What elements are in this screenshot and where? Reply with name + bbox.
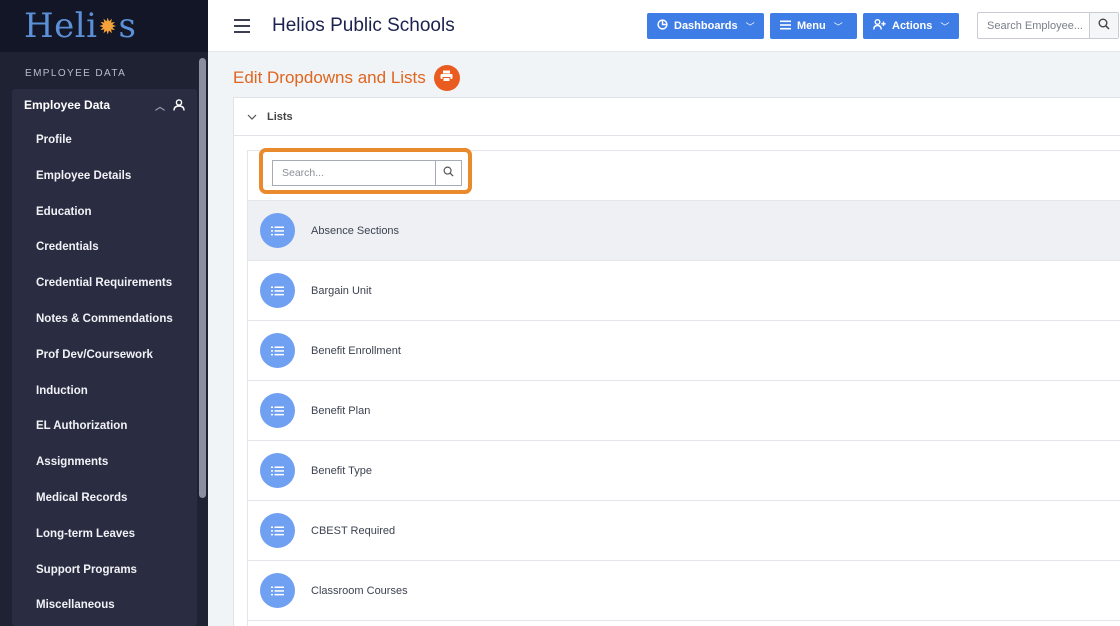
- printer-icon: [440, 69, 453, 87]
- list-icon: [780, 20, 791, 33]
- list-item-label: Benefit Plan: [311, 404, 371, 417]
- person-icon: [173, 99, 185, 111]
- school-name: Helios Public Schools: [272, 14, 455, 36]
- helios-logo[interactable]: Heli ✹ s: [24, 6, 136, 46]
- list-search-row: [248, 148, 1120, 201]
- page-title-row: Edit Dropdowns and Lists: [233, 65, 460, 91]
- print-button[interactable]: [433, 65, 460, 91]
- list-search-input[interactable]: [273, 161, 436, 185]
- list-item[interactable]: Absence Sections: [248, 201, 1120, 261]
- list-icon: [260, 333, 295, 368]
- sidebar-scrollbar[interactable]: [199, 58, 206, 498]
- menu-button[interactable]: Menu ﹀: [770, 13, 857, 39]
- sidebar-item-support-programs[interactable]: Support Programs: [12, 553, 197, 589]
- list-item-label: CBEST Required: [311, 524, 396, 537]
- sidebar-item-miscellaneous[interactable]: Miscellaneous: [12, 588, 197, 624]
- employee-search-button[interactable]: [1089, 13, 1118, 38]
- list-item[interactable]: Benefit Enrollment: [248, 321, 1120, 381]
- menu-label: Menu: [797, 20, 826, 32]
- pie-chart-icon: [657, 19, 668, 33]
- list-item-label: Bargain Unit: [311, 284, 372, 297]
- logo-area: Heli ✹ s: [0, 0, 208, 52]
- user-plus-icon: [873, 19, 886, 33]
- list-item[interactable]: Bargain Unit: [248, 261, 1120, 321]
- group-label: Employee Data: [24, 98, 111, 112]
- chevron-down-icon: ﹀: [833, 21, 843, 32]
- sidebar-item-credential-requirements[interactable]: Credential Requirements: [12, 266, 197, 302]
- lists-panel-title: Lists: [267, 110, 293, 123]
- list-search-button[interactable]: [435, 161, 461, 185]
- chevron-down-icon: ﹀: [940, 21, 950, 32]
- list-search: [272, 160, 462, 186]
- lists-panel: Lists Absence Sections: [233, 97, 1120, 626]
- sidebar-item-notes-commendations[interactable]: Notes & Commendations: [12, 302, 197, 338]
- actions-button[interactable]: Actions ﹀: [863, 13, 959, 39]
- list-icon: [260, 273, 295, 308]
- main-content: Edit Dropdowns and Lists Lists Search...…: [208, 52, 1120, 626]
- hamburger-menu-icon[interactable]: [234, 18, 250, 33]
- sidebar-item-credentials[interactable]: Credentials: [12, 230, 197, 266]
- list-icon: [260, 573, 295, 608]
- sidebar-nav-list: Profile Employee Details Education Crede…: [12, 123, 197, 624]
- chevron-up-icon: ︿: [155, 101, 165, 113]
- search-icon: [1098, 17, 1110, 35]
- chevron-down-icon: [247, 111, 257, 123]
- list-item-label: Absence Sections: [311, 224, 400, 237]
- dashboards-label: Dashboards: [674, 20, 738, 32]
- sun-icon: ✹: [98, 14, 118, 40]
- logo-text-start: Heli: [24, 6, 98, 46]
- list-item-label: Benefit Type: [311, 464, 372, 477]
- dashboards-button[interactable]: Dashboards ﹀: [647, 13, 764, 39]
- list-item-label: Benefit Enrollment: [311, 344, 401, 357]
- list-item[interactable]: Benefit Plan: [248, 381, 1120, 441]
- sidebar-item-long-term-leaves[interactable]: Long-term Leaves: [12, 517, 197, 553]
- list-item[interactable]: Classroom Courses: [248, 561, 1120, 621]
- sidebar-item-assignments[interactable]: Assignments: [12, 445, 197, 481]
- sidebar-item-induction[interactable]: Induction: [12, 374, 197, 410]
- sidebar-item-employee-details[interactable]: Employee Details: [12, 159, 197, 195]
- lists-table: Absence Sections Bargain Unit Benefit En…: [247, 148, 1120, 626]
- search-icon: [443, 164, 454, 182]
- chevron-down-icon: ﹀: [745, 21, 755, 32]
- list-icon: [260, 213, 295, 248]
- sidebar-section-heading: EMPLOYEE DATA: [25, 68, 127, 79]
- logo-text-end: s: [118, 6, 137, 46]
- employee-data-group: Employee Data ︿ Profile Employee Details…: [12, 89, 197, 626]
- sidebar-item-medical-records[interactable]: Medical Records: [12, 481, 197, 517]
- actions-label: Actions: [892, 20, 933, 32]
- list-item[interactable]: Benefit Type: [248, 441, 1120, 501]
- employee-data-group-header[interactable]: Employee Data ︿: [12, 89, 197, 121]
- page-title: Edit Dropdowns and Lists: [233, 68, 426, 87]
- sidebar-item-education[interactable]: Education: [12, 195, 197, 231]
- sidebar-item-el-authorization[interactable]: EL Authorization: [12, 409, 197, 445]
- employee-search: [977, 12, 1119, 39]
- employee-search-input[interactable]: [978, 13, 1089, 38]
- sidebar-item-prof-dev-coursework[interactable]: Prof Dev/Coursework: [12, 338, 197, 374]
- lists-panel-header[interactable]: Lists: [234, 98, 1120, 136]
- list-item-label: Classroom Courses: [311, 584, 408, 597]
- list-item[interactable]: CBEST Required: [248, 501, 1120, 561]
- list-icon: [260, 453, 295, 488]
- sidebar: Heli ✹ s EMPLOYEE DATA Employee Data ︿ Pro…: [0, 0, 208, 626]
- sidebar-item-profile[interactable]: Profile: [12, 123, 197, 159]
- top-bar: Helios Public Schools Dashboards ﹀ Menu …: [208, 0, 1120, 52]
- list-icon: [260, 513, 295, 548]
- list-icon: [260, 393, 295, 428]
